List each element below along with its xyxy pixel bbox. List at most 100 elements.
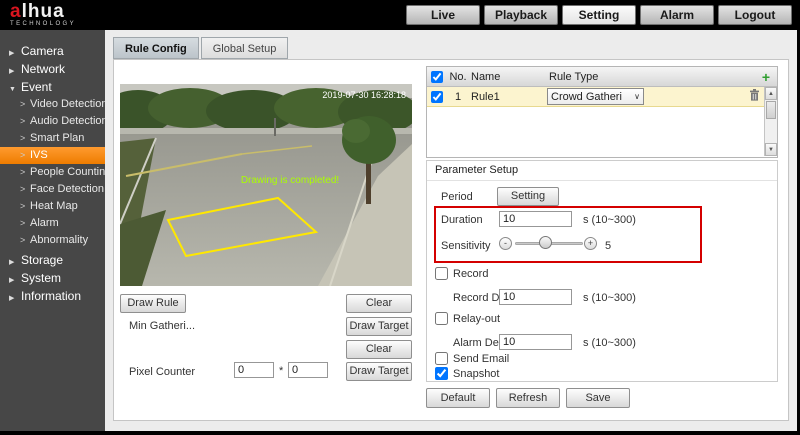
nav-setting[interactable]: Setting	[562, 5, 636, 25]
rule-type-select[interactable]: Crowd Gatheri ∨	[547, 88, 644, 105]
sidebar-item-people-counting[interactable]: >People Counting	[0, 164, 105, 181]
record-delay-unit: s (10~300)	[583, 292, 636, 304]
top-nav: Live Playback Setting Alarm Logout	[406, 5, 792, 25]
sidebar-item-label: Event	[21, 80, 52, 94]
add-rule-icon[interactable]: +	[755, 69, 777, 85]
clear-target-button[interactable]: Clear	[346, 340, 412, 359]
sub-arrow-icon: >	[20, 147, 27, 164]
sidebar-item-label: Information	[21, 289, 81, 303]
sidebar-item-abnormality[interactable]: >Abnormality	[0, 232, 105, 249]
period-setting-button[interactable]: Setting	[497, 187, 559, 206]
video-timestamp: 2019-07-30 16:28:18	[322, 90, 406, 100]
sensitivity-label: Sensitivity	[441, 240, 491, 252]
period-label: Period	[441, 191, 473, 203]
clear-rule-button[interactable]: Clear	[346, 294, 412, 313]
group-divider	[427, 180, 777, 181]
sidebar-item-label: Face Detection	[30, 183, 104, 195]
sub-arrow-icon: >	[20, 215, 27, 232]
rule-table-header: No. Name Rule Type +	[427, 67, 777, 87]
table-row[interactable]: 1 Rule1 Crowd Gatheri ∨	[427, 87, 764, 107]
sidebar-item-smart-plan[interactable]: >Smart Plan	[0, 130, 105, 147]
sidebar-item-label: Alarm	[30, 217, 59, 229]
sidebar-item-audio-detection[interactable]: >Audio Detection	[0, 113, 105, 130]
sidebar-item-system[interactable]: ▶System	[0, 269, 105, 287]
sub-arrow-icon: >	[20, 232, 27, 249]
record-checkbox[interactable]	[435, 267, 448, 280]
snapshot-label: Snapshot	[453, 368, 499, 380]
sidebar: ▶Camera ▶Network ▼Event >Video Detection…	[0, 30, 105, 431]
nav-playback[interactable]: Playback	[484, 5, 558, 25]
sub-arrow-icon: >	[20, 198, 27, 215]
alarm-delay-unit: s (10~300)	[583, 337, 636, 349]
sub-arrow-icon: >	[20, 96, 27, 113]
pixel-width-input[interactable]	[234, 362, 274, 378]
sidebar-item-label: Abnormality	[30, 234, 88, 246]
content-tabs: Rule Config Global Setup	[113, 37, 288, 59]
sub-arrow-icon: >	[20, 130, 27, 147]
dahua-logo: alhua TECHNOLOGY	[10, 2, 76, 27]
rule-no: 1	[447, 91, 469, 103]
video-preview[interactable]: 2019-07-30 16:28:18 Drawing is completed…	[120, 84, 412, 286]
delete-rule-button[interactable]	[744, 89, 764, 104]
trash-icon	[749, 89, 760, 101]
sidebar-item-information[interactable]: ▶Information	[0, 287, 105, 305]
record-label: Record	[453, 268, 488, 280]
duration-unit: s (10~300)	[583, 214, 636, 226]
snapshot-checkbox[interactable]	[435, 367, 448, 380]
refresh-button[interactable]: Refresh	[496, 388, 560, 408]
sidebar-item-heat-map[interactable]: >Heat Map	[0, 198, 105, 215]
sidebar-item-camera[interactable]: ▶Camera	[0, 42, 105, 60]
record-delay-input[interactable]	[499, 289, 572, 305]
column-no: No.	[447, 71, 469, 83]
duration-input[interactable]	[499, 211, 572, 227]
scroll-down-icon[interactable]: ▼	[765, 143, 777, 156]
scroll-up-icon[interactable]: ▲	[765, 87, 777, 100]
scrollbar-thumb[interactable]	[766, 101, 776, 119]
sidebar-item-ivs[interactable]: >IVS	[0, 147, 105, 164]
save-button[interactable]: Save	[566, 388, 630, 408]
pixel-height-input[interactable]	[288, 362, 328, 378]
draw-rule-button[interactable]: Draw Rule	[120, 294, 186, 313]
sidebar-item-face-detection[interactable]: >Face Detection	[0, 181, 105, 198]
sidebar-item-label: Heat Map	[30, 200, 78, 212]
sidebar-item-alarm[interactable]: >Alarm	[0, 215, 105, 232]
pixel-draw-target-button[interactable]: Draw Target	[346, 362, 412, 381]
sensitivity-slider-handle[interactable]	[539, 236, 552, 249]
column-rule-type: Rule Type	[547, 71, 755, 83]
nav-logout[interactable]: Logout	[718, 5, 792, 25]
pixel-counter-label: Pixel Counter	[129, 366, 195, 378]
sub-arrow-icon: >	[20, 181, 27, 198]
default-button[interactable]: Default	[426, 388, 490, 408]
multiply-sign: *	[279, 365, 283, 377]
sidebar-item-label: System	[21, 271, 61, 285]
sidebar-item-label: People Counting	[30, 166, 111, 178]
tab-rule-config[interactable]: Rule Config	[113, 37, 199, 59]
sidebar-item-label: Camera	[21, 44, 64, 58]
slider-minus-button[interactable]: -	[499, 237, 512, 250]
relay-out-checkbox[interactable]	[435, 312, 448, 325]
table-scrollbar[interactable]: ▲ ▼	[764, 87, 777, 156]
send-email-checkbox[interactable]	[435, 352, 448, 365]
rule-enable-checkbox[interactable]	[431, 91, 443, 103]
street-scene-image: 2019-07-30 16:28:18 Drawing is completed…	[120, 84, 412, 286]
sub-arrow-icon: >	[20, 113, 27, 130]
sidebar-item-storage[interactable]: ▶Storage	[0, 251, 105, 269]
min-gathering-label: Min Gatheri...	[129, 320, 195, 332]
parameter-setup-group: Parameter Setup Period Setting Duration …	[426, 160, 778, 382]
nav-live[interactable]: Live	[406, 5, 480, 25]
sidebar-item-network[interactable]: ▶Network	[0, 60, 105, 78]
draw-target-button[interactable]: Draw Target	[346, 317, 412, 336]
brand-text: alhua	[10, 2, 76, 21]
rule-type-value: Crowd Gatheri	[551, 91, 622, 103]
tab-global-setup[interactable]: Global Setup	[201, 37, 289, 59]
nav-alarm[interactable]: Alarm	[640, 5, 714, 25]
rule-name: Rule1	[469, 91, 547, 103]
sidebar-item-event[interactable]: ▼Event	[0, 78, 105, 96]
collapse-arrow-icon: ▼	[9, 81, 18, 99]
draw-complete-message: Drawing is completed!	[241, 175, 339, 186]
relay-out-label: Relay-out	[453, 313, 500, 325]
select-all-checkbox[interactable]	[431, 71, 443, 83]
alarm-delay-input[interactable]	[499, 334, 572, 350]
slider-plus-button[interactable]: +	[584, 237, 597, 250]
duration-label: Duration	[441, 214, 483, 226]
